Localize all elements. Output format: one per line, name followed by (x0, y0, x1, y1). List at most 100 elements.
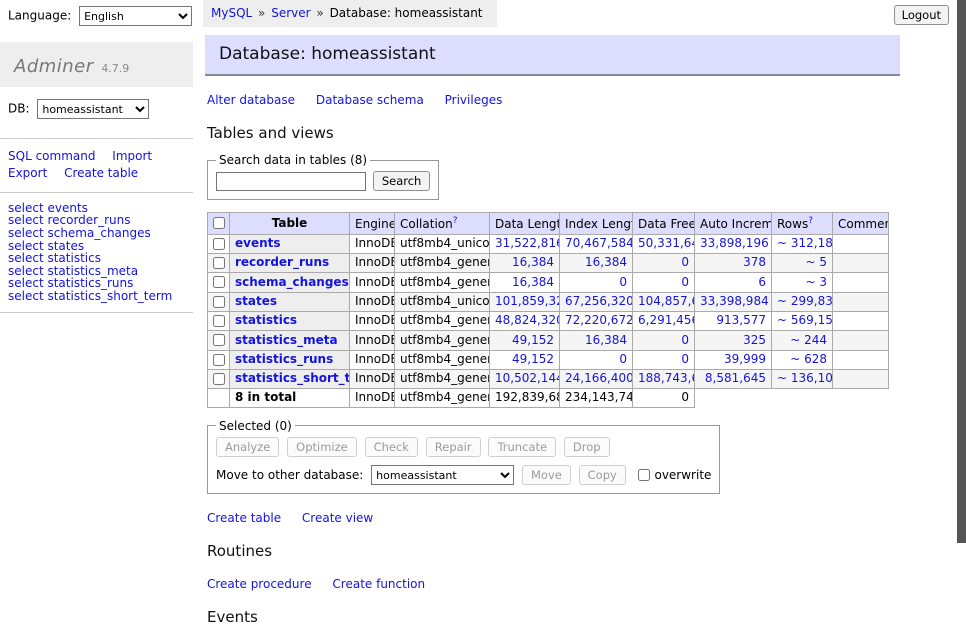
table-name-link[interactable]: schema_changes (235, 275, 349, 289)
breadcrumb-server-link[interactable]: Server (271, 6, 310, 20)
create-view-link[interactable]: Create view (302, 511, 373, 525)
row-checkbox[interactable] (213, 276, 225, 288)
rows-count-link[interactable]: ~ 299,833 (777, 294, 833, 308)
data-length-link[interactable]: 49,152 (512, 333, 554, 347)
table-name-link[interactable]: statistics (235, 313, 297, 327)
index-length-link[interactable]: 67,256,320 (565, 294, 633, 308)
data-length-link[interactable]: 16,384 (512, 275, 554, 289)
data-length-link[interactable]: 31,522,816 (495, 236, 560, 250)
create-table-link[interactable]: Create table (207, 511, 281, 525)
create-procedure-link[interactable]: Create procedure (207, 577, 312, 591)
rows-count-link[interactable]: ~ 569,159 (777, 313, 833, 327)
auto-increment-link[interactable]: 33,398,984 (700, 294, 769, 308)
sidebar-import-link[interactable]: Import (112, 149, 152, 163)
auto-increment-link[interactable]: 913,577 (716, 313, 766, 327)
table-name-link[interactable]: statistics_short_term (235, 371, 350, 385)
index-length-link[interactable]: 0 (619, 352, 627, 366)
column-help-link[interactable]: ? (453, 216, 458, 226)
engine-cell: InnoDB (350, 311, 395, 330)
rows-count-link[interactable]: ~ 312,180 (777, 236, 833, 250)
table-name-link[interactable]: states (235, 294, 277, 308)
overwrite-checkbox[interactable] (638, 469, 650, 481)
auto-increment-link[interactable]: 6 (758, 275, 766, 289)
row-checkbox[interactable] (213, 354, 225, 366)
data-length-link[interactable]: 16,384 (512, 255, 554, 269)
select-all-checkbox[interactable] (213, 217, 225, 229)
rows-count-link[interactable]: ~ 5 (805, 255, 827, 269)
sidebar-item-select-statistics-short-term[interactable]: select statistics_short_term (8, 290, 185, 303)
data-free-link[interactable]: 6,291,456 (638, 313, 695, 327)
privileges-link[interactable]: Privileges (445, 93, 503, 107)
search-input[interactable] (216, 172, 366, 191)
overwrite-label[interactable]: overwrite (637, 468, 712, 482)
row-checkbox[interactable] (213, 296, 225, 308)
data-length-link[interactable]: 49,152 (512, 352, 554, 366)
logout-button[interactable]: Logout (894, 5, 949, 25)
auto-increment-link[interactable]: 33,898,196 (700, 236, 769, 250)
truncate-button[interactable]: Truncate (488, 437, 556, 457)
index-length-link[interactable]: 16,384 (585, 255, 627, 269)
collation-cell: utf8mb4_general_ci (395, 331, 490, 350)
table-row: statesInnoDButf8mb4_unicode_ci101,859,32… (208, 292, 889, 311)
data-free-link[interactable]: 0 (681, 275, 689, 289)
index-length-link[interactable]: 16,384 (585, 333, 627, 347)
index-length-link[interactable]: 70,467,584 (565, 236, 633, 250)
row-checkbox[interactable] (213, 315, 225, 327)
data-free-link[interactable]: 0 (681, 352, 689, 366)
language-select[interactable]: English (79, 6, 192, 26)
data-free-link[interactable]: 104,857,600 (638, 294, 695, 308)
table-name-link[interactable]: statistics_meta (235, 333, 338, 347)
rows-count-link[interactable]: ~ 3 (805, 275, 827, 289)
data-length-link[interactable]: 10,502,144 (495, 371, 560, 385)
row-checkbox[interactable] (213, 334, 225, 346)
analyze-button[interactable]: Analyze (216, 437, 279, 457)
sidebar-sql-command-link[interactable]: SQL command (8, 149, 95, 163)
index-length-link[interactable]: 24,166,400 (565, 371, 633, 385)
auto-increment-link[interactable]: 378 (743, 255, 766, 269)
drop-button[interactable]: Drop (564, 437, 610, 457)
row-checkbox[interactable] (213, 257, 225, 269)
create-function-link[interactable]: Create function (332, 577, 425, 591)
auto-increment-link[interactable]: 39,999 (724, 352, 766, 366)
data-free-link[interactable]: 188,743,680 (638, 371, 695, 385)
selected-fieldset: Selected (0) Analyze Optimize Check Repa… (207, 419, 720, 495)
data-length-link[interactable]: 48,824,320 (495, 313, 560, 327)
alter-database-link[interactable]: Alter database (207, 93, 295, 107)
index-length-link[interactable]: 0 (619, 275, 627, 289)
row-checkbox-cell (208, 234, 230, 253)
breadcrumb-mysql-link[interactable]: MySQL (211, 6, 252, 20)
data-free-link[interactable]: 0 (681, 333, 689, 347)
database-schema-link[interactable]: Database schema (316, 93, 424, 107)
rows-count-link[interactable]: ~ 244 (790, 333, 827, 347)
sidebar-create-table-link[interactable]: Create table (64, 166, 138, 180)
sidebar-export-link[interactable]: Export (8, 166, 47, 180)
optimize-button[interactable]: Optimize (287, 437, 357, 457)
auto-increment-link[interactable]: 8,581,645 (705, 371, 766, 385)
data-length-link[interactable]: 101,859,328 (495, 294, 560, 308)
index-length-link[interactable]: 72,220,672 (565, 313, 633, 327)
table-name-link[interactable]: recorder_runs (235, 255, 329, 269)
table-name-link[interactable]: statistics_runs (235, 352, 333, 366)
rows-count-link[interactable]: ~ 628 (790, 352, 827, 366)
move-database-select[interactable]: homeassistant (371, 465, 514, 485)
sidebar-item-select-schema-changes[interactable]: select schema_changes (8, 227, 185, 240)
create-links: Create table Create view (207, 511, 900, 525)
copy-button[interactable]: Copy (579, 465, 626, 485)
move-button[interactable]: Move (522, 465, 571, 485)
data-free-link[interactable]: 0 (681, 255, 689, 269)
data-free-link[interactable]: 50,331,648 (638, 236, 695, 250)
routine-links: Create procedure Create function (207, 577, 900, 591)
row-checkbox[interactable] (213, 238, 225, 250)
search-button[interactable]: Search (373, 171, 431, 191)
auto-increment-link[interactable]: 325 (743, 333, 766, 347)
table-name-link[interactable]: events (235, 236, 281, 250)
row-checkbox[interactable] (213, 373, 225, 385)
column-help-link[interactable]: ? (808, 216, 813, 226)
vertical-scrollbar[interactable] (957, 0, 966, 543)
rows-count-link[interactable]: ~ 136,108 (777, 371, 833, 385)
check-button[interactable]: Check (365, 437, 418, 457)
repair-button[interactable]: Repair (426, 437, 481, 457)
total-label-cell: 8 in total (230, 389, 350, 408)
db-select[interactable]: homeassistant (37, 99, 149, 119)
sidebar-item-select-statistics[interactable]: select statistics (8, 252, 185, 265)
